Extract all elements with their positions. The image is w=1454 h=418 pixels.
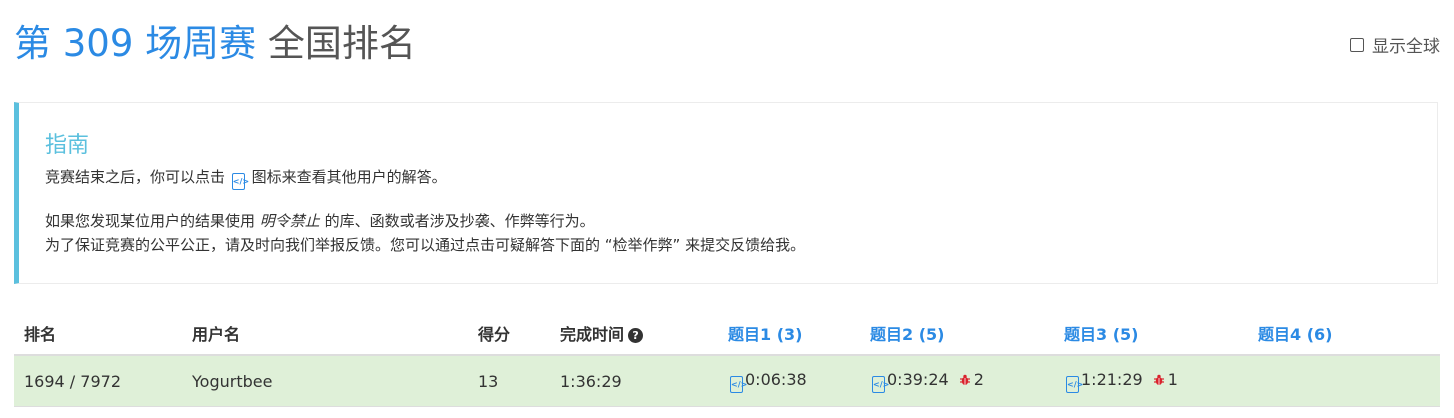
col-score: 得分 bbox=[468, 312, 550, 356]
row-score: 13 bbox=[468, 355, 550, 407]
col-q1[interactable]: 题目1 (3) bbox=[718, 312, 860, 356]
contest-name: 第 309 场周赛 bbox=[14, 22, 257, 65]
col-username: 用户名 bbox=[182, 312, 468, 356]
show-global-checkbox[interactable] bbox=[1350, 37, 1364, 52]
col-finish-time: 完成时间? bbox=[550, 312, 718, 356]
guide-line-2: 如果您发现某位用户的结果使用 明令禁止 的库、函数或者涉及抄袭、作弊等行为。 bbox=[45, 209, 595, 233]
q3-wrong-count: 1 bbox=[1167, 369, 1178, 389]
guide-line-1: 竞赛结束之后，你可以点击 </> 图标来查看其他用户的解答。 bbox=[45, 165, 447, 190]
col-q2[interactable]: 题目2 (5) bbox=[860, 312, 1054, 356]
q1-time: 0:06:38 bbox=[745, 369, 807, 389]
guide-line-1-post: 图标来查看其他用户的解答。 bbox=[251, 168, 447, 186]
ranking-table: 排名 用户名 得分 完成时间? 题目1 (3) 题目2 (5) 题目3 (5) … bbox=[14, 312, 1440, 407]
col-q3[interactable]: 题目3 (5) bbox=[1054, 312, 1248, 356]
question-circle-icon[interactable]: ? bbox=[628, 328, 644, 343]
code-file-icon[interactable]: </> bbox=[730, 375, 747, 393]
col-q4[interactable]: 题目4 (6) bbox=[1248, 312, 1440, 356]
show-global-label: 显示全球 bbox=[1372, 37, 1440, 57]
guide-line-1-pre: 竞赛结束之后，你可以点击 bbox=[45, 168, 226, 186]
table-header-row: 排名 用户名 得分 完成时间? 题目1 (3) 题目2 (5) 题目3 (5) … bbox=[14, 312, 1440, 356]
page-header: 第 309 场周赛 全国排名 显示全球 bbox=[14, 18, 1440, 74]
code-file-icon[interactable]: </> bbox=[1066, 375, 1083, 393]
q3-time: 1:21:29 bbox=[1081, 369, 1143, 389]
bug-icon bbox=[959, 374, 970, 385]
col-finish-time-label: 完成时间 bbox=[560, 325, 625, 344]
ranking-scope: 全国排名 bbox=[256, 22, 416, 65]
q2-time: 0:39:24 bbox=[887, 369, 949, 389]
row-q1: </>0:06:38 bbox=[718, 355, 860, 407]
bug-icon bbox=[1153, 374, 1164, 385]
q2-wrong-count: 2 bbox=[973, 369, 984, 389]
page-title: 第 309 场周赛 全国排名 bbox=[14, 18, 416, 70]
code-file-icon[interactable]: </> bbox=[872, 375, 889, 393]
code-file-icon: </> bbox=[231, 173, 249, 190]
row-q3: </>1:21:29 1 bbox=[1054, 355, 1248, 407]
guide-line-3: 为了保证竞赛的公平公正，请及时向我们举报反馈。您可以通过点击可疑解答下面的 “检… bbox=[45, 236, 806, 254]
guide-heading: 指南 bbox=[45, 133, 90, 158]
row-rank: 1694 / 7972 bbox=[14, 355, 182, 407]
row-finish-time: 1:36:29 bbox=[550, 355, 718, 407]
row-username[interactable]: Yogurtbee bbox=[182, 355, 468, 407]
table-row: 1694 / 7972 Yogurtbee 13 1:36:29 </>0:06… bbox=[14, 355, 1440, 407]
row-q4 bbox=[1248, 355, 1440, 407]
guide-line-2-emphasis: 明令禁止 bbox=[259, 212, 320, 230]
guide-panel: 指南 竞赛结束之后，你可以点击 </> 图标来查看其他用户的解答。 如果您发现某… bbox=[14, 102, 1438, 284]
row-q2: </>0:39:24 2 bbox=[860, 355, 1054, 407]
col-rank: 排名 bbox=[14, 312, 182, 356]
guide-line-2-post: 的库、函数或者涉及抄袭、作弊等行为。 bbox=[324, 212, 595, 230]
show-global-toggle[interactable]: 显示全球 bbox=[1350, 32, 1440, 57]
guide-line-2-pre: 如果您发现某位用户的结果使用 bbox=[45, 212, 256, 230]
